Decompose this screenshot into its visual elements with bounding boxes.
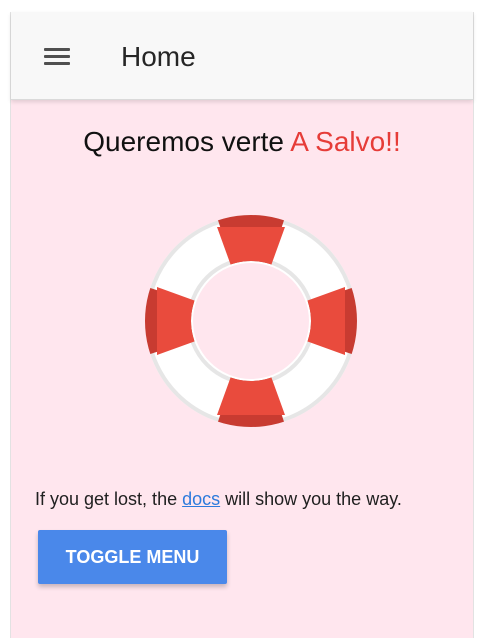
menu-line-middle [44, 55, 70, 58]
hero-title: Queremos verte A Salvo!! [11, 125, 473, 159]
menu-button[interactable] [41, 42, 73, 70]
docs-link[interactable]: docs [182, 489, 220, 509]
hero-title-prefix: Queremos verte [83, 126, 291, 157]
help-message-suffix: will show you the way. [220, 489, 402, 509]
top-toolbar: Home [11, 12, 473, 100]
life-ring-hole [193, 263, 309, 379]
hero-title-accent: A Salvo!! [290, 126, 401, 157]
hamburger-menu-icon [44, 47, 70, 65]
help-message-prefix: If you get lost, the [35, 489, 183, 509]
life-ring-icon [144, 215, 357, 427]
toggle-menu-button[interactable]: TOGGLE MENU [38, 530, 227, 584]
main-content: Queremos verte A Salvo!! If you get lost… [11, 100, 473, 638]
help-message: If you get lost, the docs will show you … [35, 487, 402, 511]
menu-line-top [44, 48, 70, 51]
menu-line-bottom [44, 62, 70, 65]
page-title: Home [121, 41, 196, 72]
app-frame: Home Queremos verte A Salvo!! If you get… [10, 12, 474, 638]
